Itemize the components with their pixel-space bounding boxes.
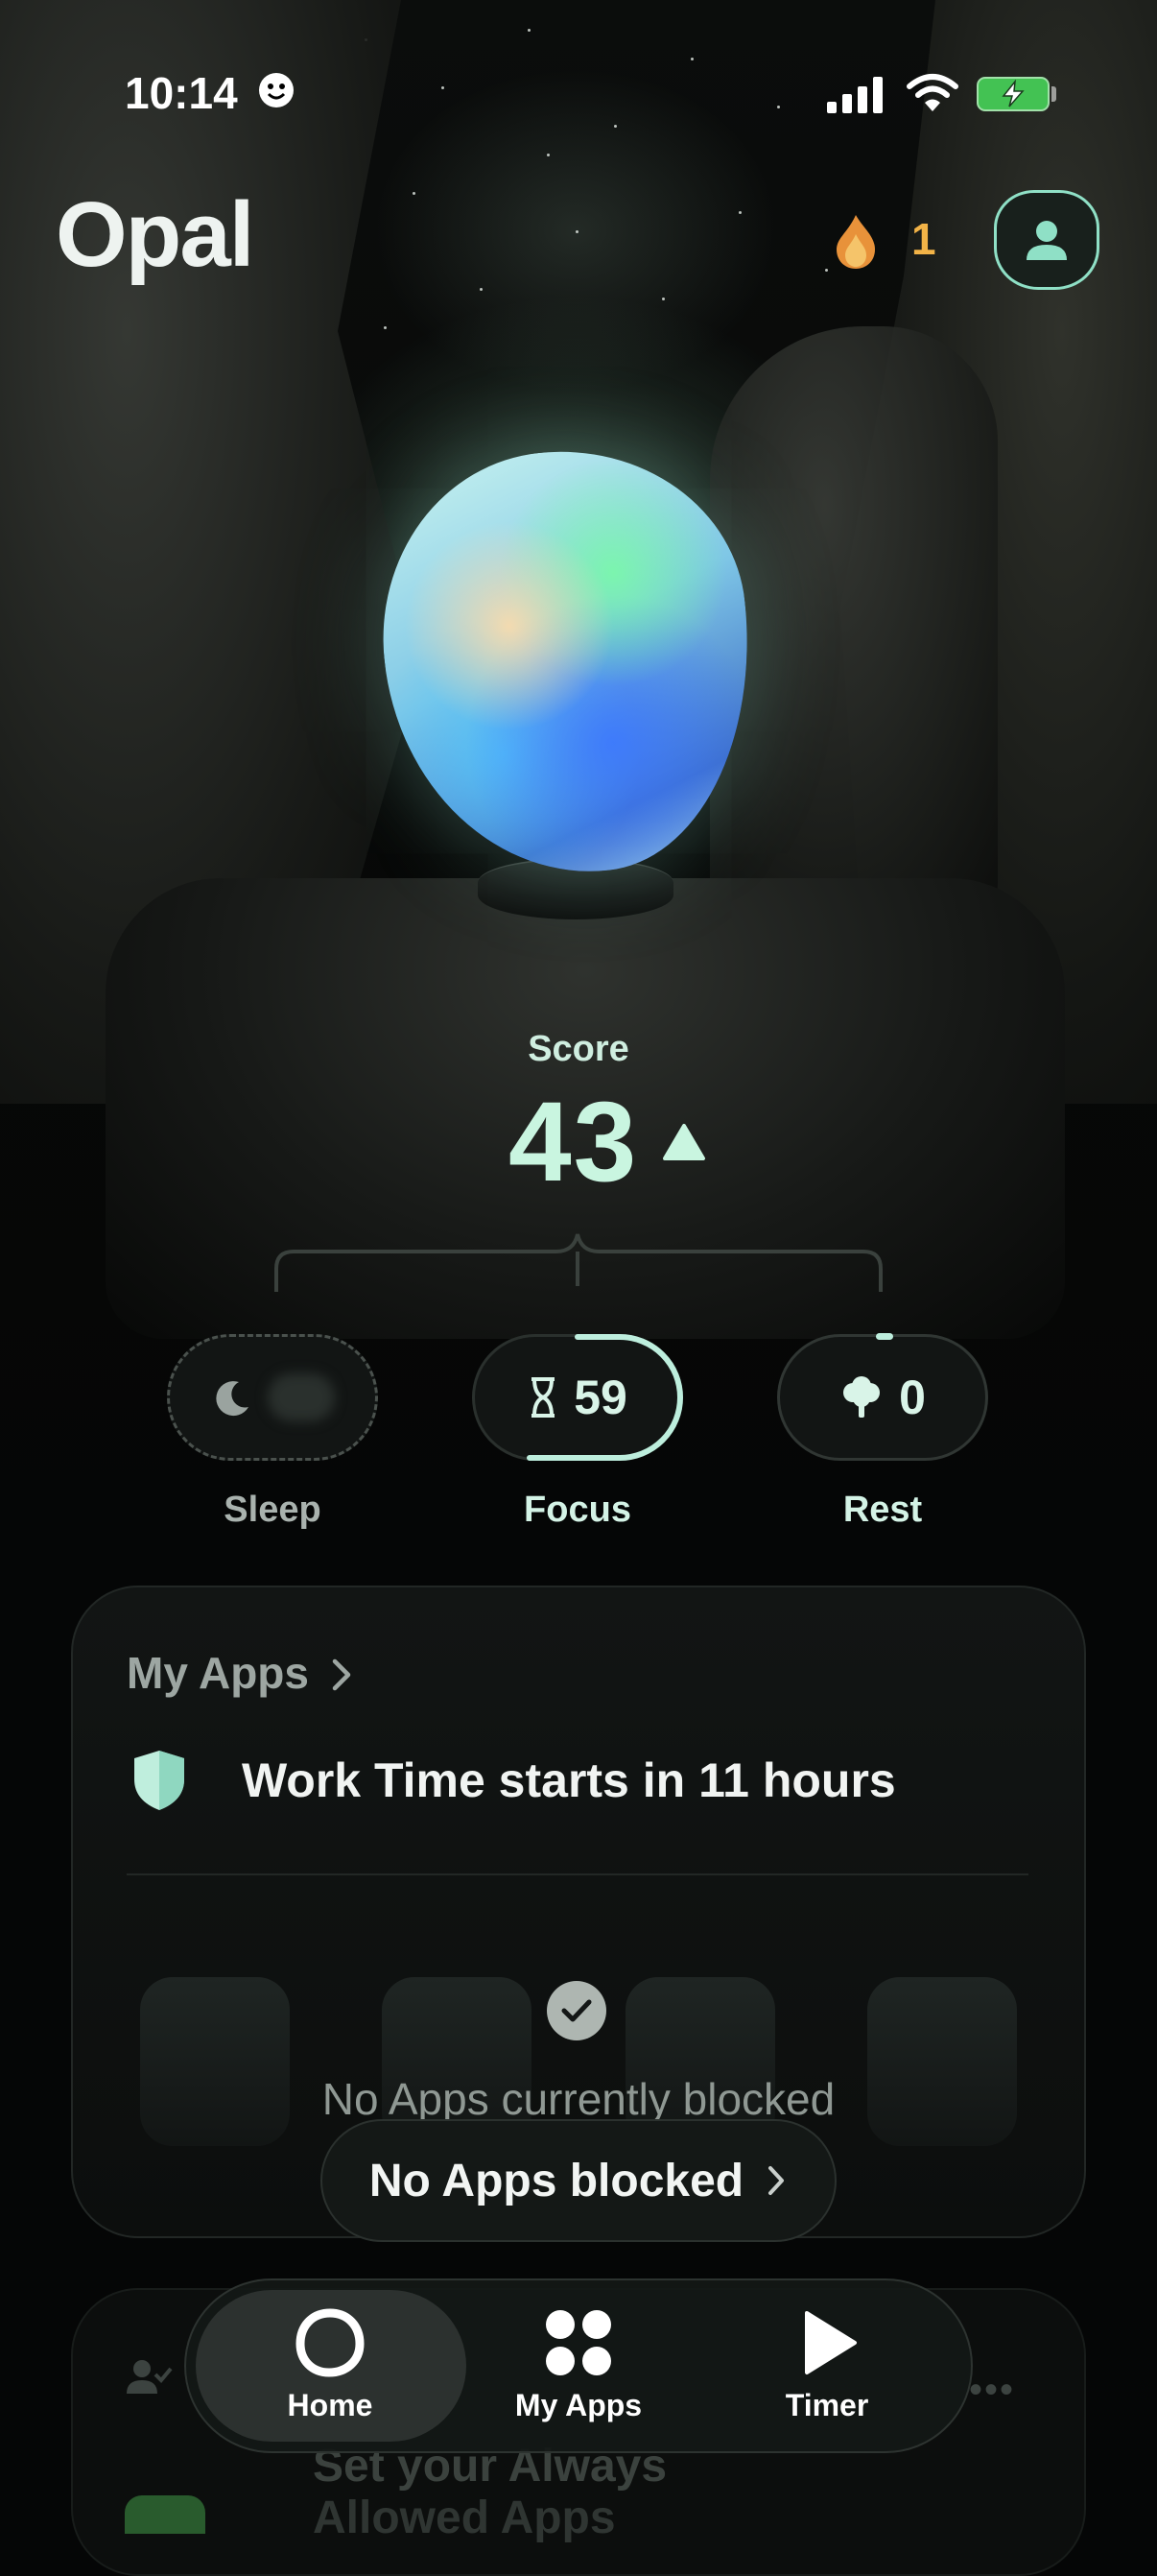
battery-charging-icon [977,77,1050,111]
tab-timer[interactable]: Timer [712,2307,942,2432]
score-breakdown-connector [269,1228,888,1292]
chevron-right-icon [332,1658,351,1691]
tab-home[interactable]: Home [215,2307,445,2432]
score-label: Score [528,1029,629,1069]
battery-tip [1051,86,1056,102]
no-apps-blocked-label: No Apps blocked [368,2155,744,2206]
person-check-icon [127,2357,173,2396]
shield-icon [130,1749,188,1812]
score-value: 43 [508,1079,639,1205]
streak-count[interactable]: 1 [911,213,936,265]
no-apps-status-text: No Apps currently blocked [321,2074,836,2124]
opal-ring-icon [295,2308,365,2377]
always-allowed-title-line2: Allowed Apps [313,2493,616,2543]
my-apps-link[interactable]: My Apps [127,1647,354,1699]
chevron-right-icon [768,2166,785,2195]
sleep-label: Sleep [224,1490,321,1530]
sleep-metric-pill[interactable] [167,1334,378,1461]
grid-dots-icon [546,2310,611,2375]
person-icon [1027,221,1067,260]
tab-my-apps[interactable]: My Apps [463,2307,694,2432]
no-apps-blocked-button[interactable]: No Apps blocked [320,2119,837,2242]
tab-timer-label: Timer [785,2388,869,2422]
rest-metric-pill[interactable]: 0 [777,1333,988,1461]
checkmark-icon [547,1981,606,2040]
tree-icon [843,1376,881,1418]
card-divider [127,1873,1028,1875]
my-apps-title: My Apps [127,1648,309,1698]
score-up-arrow-icon [662,1123,706,1161]
rock-boulder [710,326,998,921]
more-options-icon[interactable]: ••• [969,2369,1015,2412]
focus-label: Focus [524,1490,631,1530]
rest-value: 0 [899,1371,926,1424]
opal-logo: Opal [56,183,254,286]
tab-home-label: Home [287,2388,373,2422]
sleep-value [268,1373,335,1421]
wifi-icon [906,73,959,113]
tab-my-apps-label: My Apps [514,2388,643,2422]
cellular-signal-icon [827,75,885,113]
starfield [326,0,863,403]
focus-metric-pill[interactable]: 59 [472,1334,683,1461]
focus-progress-ring [527,1334,683,1461]
flame-icon[interactable] [835,213,877,271]
moon-icon [216,1381,248,1417]
app-icon-partial [125,2495,205,2534]
rest-label: Rest [842,1490,923,1530]
status-time: 10:14 [125,68,238,118]
face-icon [259,73,294,107]
play-icon [805,2311,857,2374]
profile-button[interactable] [994,190,1099,290]
work-time-schedule-text[interactable]: Work Time starts in 11 hours [242,1753,896,1808]
rest-progress-tick [876,1333,893,1340]
